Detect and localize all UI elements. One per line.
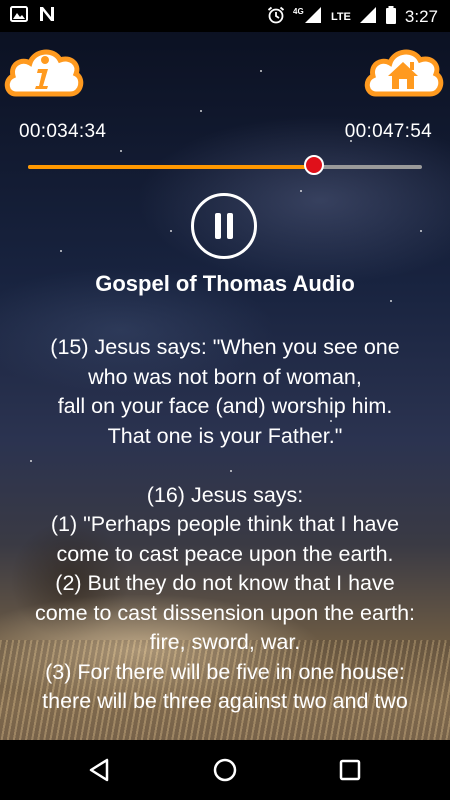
star: [300, 190, 302, 192]
status-clock: 3:27: [404, 7, 438, 26]
seek-thumb[interactable]: [303, 155, 324, 175]
star: [120, 150, 122, 152]
network-type-label: LTE: [330, 11, 351, 23]
text-line: (2) But they do not know that I have: [55, 571, 395, 595]
back-triangle-icon: [89, 758, 109, 782]
network-small-label: 4G: [293, 7, 304, 16]
star: [420, 230, 422, 232]
alarm-clock-icon: [267, 6, 285, 28]
recent-apps-button[interactable]: [334, 754, 366, 786]
text-line: [0, 304, 450, 334]
image-icon: [10, 6, 28, 26]
home-cloud-icon: [364, 49, 444, 97]
text-line: (3) For there will be five in one house:: [45, 659, 405, 684]
text-line: [0, 451, 450, 481]
pause-icon: [215, 213, 221, 239]
star: [200, 110, 202, 112]
scripture-text: will defile you.(15) Jesus says: "When y…: [0, 302, 450, 717]
pause-button[interactable]: [191, 193, 257, 259]
navigation-bar: [0, 740, 450, 800]
signal-icon: 4G: [293, 6, 323, 28]
text-line: there will be three against two and two: [42, 689, 408, 713]
home-nav-button[interactable]: [209, 754, 241, 786]
text-line: fall on your face (and) worship him.: [57, 394, 393, 418]
seek-bar[interactable]: [28, 155, 422, 175]
text-line: (16) Jesus says:: [146, 482, 304, 507]
n-app-icon: [38, 6, 56, 26]
status-bar: 4G LTE 3:27: [0, 0, 450, 32]
info-button[interactable]: [2, 40, 84, 102]
star: [170, 230, 172, 232]
text-line: That one is your Father.": [107, 423, 343, 448]
text-line: fire, sword, war.: [149, 630, 301, 654]
home-circle-icon: [213, 758, 237, 782]
text-line: come to cast peace upon the earth.: [56, 541, 394, 566]
pause-icon: [227, 213, 233, 239]
info-cloud-icon: [4, 49, 84, 97]
battery-icon: [385, 6, 397, 28]
text-line: (1) "Perhaps people think that I have: [50, 512, 400, 536]
text-line: (15) Jesus says: "When you see one: [50, 335, 400, 359]
total-time: 00:047:54: [344, 121, 432, 142]
back-button[interactable]: [85, 754, 117, 786]
audio-title: Gospel of Thomas Audio: [95, 271, 355, 296]
star: [260, 70, 262, 72]
current-time: 00:034:34: [19, 121, 107, 142]
scripture-text-scroll[interactable]: will defile you.(15) Jesus says: "When y…: [0, 302, 450, 740]
recent-apps-square-icon: [339, 759, 361, 781]
seek-progress: [28, 165, 314, 169]
star: [60, 250, 62, 252]
signal-bars-icon: [359, 6, 377, 28]
text-line: who was not born of woman,: [88, 364, 362, 389]
text-line: come to cast dissension upon the earth:: [34, 600, 416, 625]
home-button[interactable]: [362, 40, 444, 102]
